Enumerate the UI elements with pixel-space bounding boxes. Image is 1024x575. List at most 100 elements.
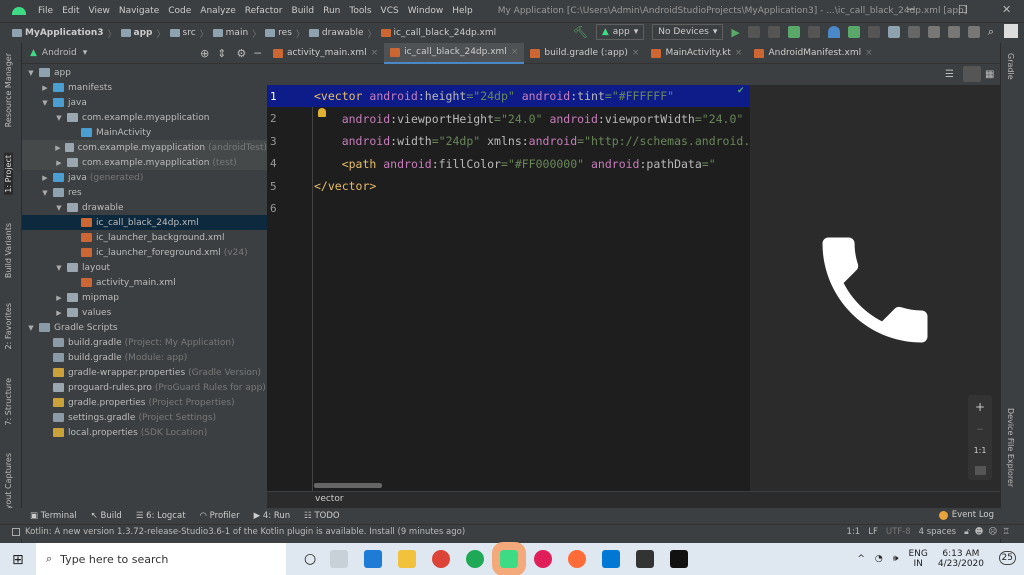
- device-select[interactable]: No Devices ▾: [652, 24, 724, 40]
- actual-size-button[interactable]: 1:1: [974, 446, 987, 455]
- breadcrumb-item[interactable]: drawable 〉: [308, 27, 377, 40]
- collapsed-arrow-icon[interactable]: ▶: [40, 84, 50, 92]
- collapsed-arrow-icon[interactable]: ▶: [54, 159, 64, 167]
- menu-build[interactable]: Build: [292, 6, 315, 16]
- collapsed-arrow-icon[interactable]: ▶: [54, 144, 62, 152]
- account-avatar[interactable]: [1004, 24, 1018, 38]
- clock[interactable]: 6:13 AM 4/23/2020: [938, 549, 984, 569]
- tree-item[interactable]: ▶ com.example.myapplication (test): [22, 155, 267, 170]
- menu-vcs[interactable]: VCS: [381, 6, 399, 16]
- menu-tools[interactable]: Tools: [349, 6, 371, 16]
- project-view-select[interactable]: Android: [42, 48, 77, 58]
- tray-chevron-icon[interactable]: ^: [857, 554, 865, 564]
- cortana-icon[interactable]: ○: [304, 551, 316, 567]
- close-button[interactable]: ✕: [1002, 3, 1011, 16]
- feedback-icon[interactable]: ☹: [989, 527, 998, 537]
- tree-item[interactable]: MainActivity: [22, 125, 267, 140]
- close-tab-icon[interactable]: ×: [371, 48, 379, 58]
- code-line[interactable]: 2 android:viewportHeight="24.0" android:…: [267, 108, 750, 130]
- code-line[interactable]: 4 <path android:fillColor="#FF000000" an…: [267, 153, 750, 175]
- tree-item[interactable]: ic_call_black_24dp.xml: [22, 215, 267, 230]
- status-toggle-icon[interactable]: [12, 528, 20, 536]
- tree-item[interactable]: ▶ java (generated): [22, 170, 267, 185]
- tree-item[interactable]: ▼ app: [22, 65, 267, 80]
- zoom-in-button[interactable]: +: [975, 400, 985, 414]
- tree-item[interactable]: ▶ manifests: [22, 80, 267, 95]
- menu-code[interactable]: Code: [168, 6, 191, 16]
- project-tab[interactable]: 1: Project: [4, 153, 13, 195]
- android-studio-taskbar-icon[interactable]: [492, 542, 527, 575]
- menu-help[interactable]: Help: [452, 6, 473, 16]
- menu-file[interactable]: File: [38, 6, 53, 16]
- tree-item[interactable]: gradle.properties (Project Properties): [22, 395, 267, 410]
- menu-edit[interactable]: Edit: [62, 6, 79, 16]
- tree-item[interactable]: ic_launcher_background.xml: [22, 230, 267, 245]
- menu-navigate[interactable]: Navigate: [119, 6, 159, 16]
- volume-icon[interactable]: 🕪︎: [893, 554, 899, 564]
- tool-terminal[interactable]: ▣ Terminal: [30, 511, 77, 521]
- expanded-arrow-icon[interactable]: ▼: [40, 99, 50, 107]
- run-config-select[interactable]: ▲ app ▾: [595, 24, 645, 40]
- caret-position[interactable]: 1:1: [847, 527, 861, 537]
- stop-icon[interactable]: [867, 26, 880, 38]
- close-tab-icon[interactable]: ×: [865, 48, 873, 58]
- menu-refactor[interactable]: Refactor: [245, 6, 283, 16]
- breadcrumb-item[interactable]: main 〉: [212, 27, 261, 40]
- inspector-icon[interactable]: ☻: [975, 527, 984, 537]
- tree-item[interactable]: build.gradle (Project: My Application): [22, 335, 267, 350]
- mongodb-icon[interactable]: [466, 550, 485, 568]
- tree-item[interactable]: settings.gradle (Project Settings): [22, 410, 267, 425]
- tab-androidmanifest-xml[interactable]: AndroidManifest.xml ×: [748, 43, 878, 64]
- build-variants-tab[interactable]: Build Variants: [4, 223, 13, 278]
- avd-manager-icon[interactable]: [947, 26, 960, 38]
- favorites-tab[interactable]: 2: Favorites: [4, 303, 13, 349]
- breadcrumb-item[interactable]: MyApplication3 〉: [12, 27, 117, 40]
- split-view-icon[interactable]: [963, 66, 981, 82]
- postman-icon[interactable]: [568, 550, 587, 568]
- task-view-icon[interactable]: [330, 550, 349, 568]
- tree-item[interactable]: ▼ drawable: [22, 200, 267, 215]
- language-indicator[interactable]: ENG IN: [908, 549, 927, 569]
- tree-item[interactable]: proguard-rules.pro (ProGuard Rules for ap…: [22, 380, 267, 395]
- notification-badge[interactable]: 25: [998, 551, 1016, 565]
- tree-item[interactable]: ▼ com.example.myapplication: [22, 110, 267, 125]
- event-log-button[interactable]: Event Log: [938, 510, 994, 520]
- apply-code-changes-icon[interactable]: [767, 26, 780, 38]
- tool-todo[interactable]: ☷ TODO: [304, 511, 339, 521]
- gear-icon[interactable]: ⚙: [237, 47, 247, 60]
- tree-item[interactable]: ▼ layout: [22, 260, 267, 275]
- debug-icon[interactable]: [787, 26, 800, 38]
- status-message[interactable]: Kotlin: A new version 1.3.72-release-Stu…: [25, 527, 465, 537]
- menu-analyze[interactable]: Analyze: [200, 6, 235, 16]
- lightbulb-icon[interactable]: [318, 108, 326, 117]
- lock-icon[interactable]: 🔓︎: [964, 527, 970, 537]
- profile-icon[interactable]: [827, 26, 840, 38]
- memory-icon[interactable]: ♖: [1002, 527, 1010, 537]
- coverage-icon[interactable]: [807, 26, 820, 38]
- tree-item[interactable]: local.properties (SDK Location): [22, 425, 267, 440]
- tab-build-gradle-app-[interactable]: build.gradle (:app) ×: [524, 43, 645, 64]
- code-line[interactable]: 1 <vector android:height="24dp" android:t…: [267, 85, 750, 107]
- taskbar-search[interactable]: ⌕ Type here to search: [36, 543, 286, 575]
- collapsed-arrow-icon[interactable]: ▶: [40, 174, 50, 182]
- file-explorer-icon[interactable]: [398, 550, 417, 568]
- expanded-arrow-icon[interactable]: ▼: [54, 264, 64, 272]
- fit-screen-icon[interactable]: [974, 465, 986, 475]
- breadcrumb-item[interactable]: src 〉: [169, 27, 209, 40]
- terminal-taskbar-icon[interactable]: [670, 550, 689, 568]
- device-file-explorer-tab[interactable]: Device File Explorer: [1006, 408, 1015, 487]
- collapse-icon[interactable]: ⇕: [217, 47, 226, 60]
- tab-mainactivity-kt[interactable]: MainActivity.kt ×: [645, 43, 748, 64]
- code-view-icon[interactable]: ☰: [945, 69, 954, 80]
- network-icon[interactable]: ◔: [875, 554, 883, 564]
- expanded-arrow-icon[interactable]: ▼: [54, 204, 64, 212]
- tree-item[interactable]: ▼ res: [22, 185, 267, 200]
- close-tab-icon[interactable]: ×: [511, 47, 519, 57]
- zoom-out-button[interactable]: −: [976, 425, 984, 435]
- search-icon[interactable]: ⌕: [988, 25, 994, 39]
- attach-debugger-icon[interactable]: [847, 26, 860, 38]
- resource-manager-tab[interactable]: Resource Manager: [4, 53, 13, 127]
- gradle-tab[interactable]: Gradle: [1006, 53, 1015, 80]
- slack-icon[interactable]: [534, 550, 553, 568]
- sdk-manager-icon[interactable]: [967, 26, 980, 38]
